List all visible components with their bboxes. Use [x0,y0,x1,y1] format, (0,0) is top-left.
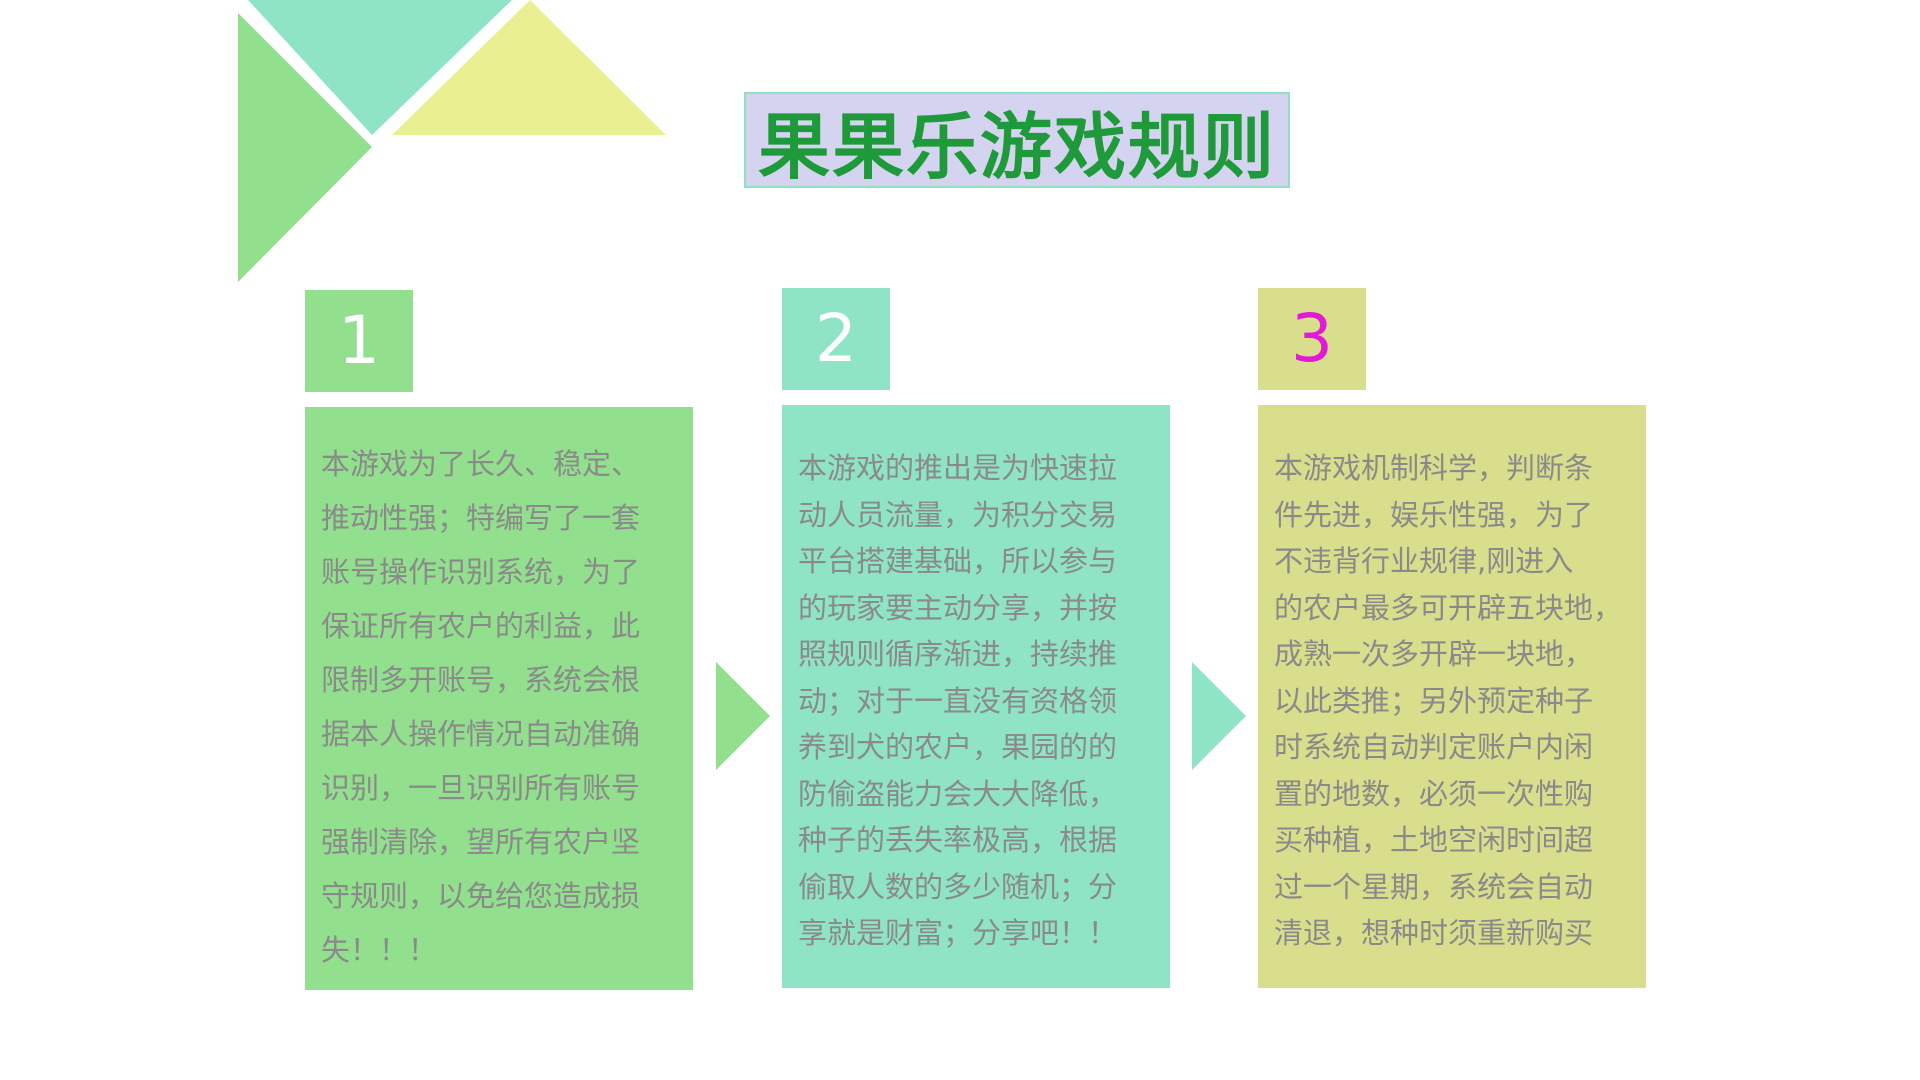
step-3-text-line: 过一个星期，系统会自动 [1274,869,1594,904]
step-1-text-line: 保证所有农户的利益，此 [321,609,641,643]
step-3-text-line: 的农户最多可开辟五块地， [1274,590,1623,625]
step-3-text-line: 成熟一次多开辟一块地， [1274,637,1594,671]
rules-page: 果果乐游戏规则 1 2 3 本游戏为了长久、稳定、 推动性强；特编写了一套 账号… [0,0,1920,1080]
step-1-text-line: 限制多开账号，系统会根 [321,663,641,697]
step-3-text-line: 本游戏机制科学，判断条 [1274,451,1594,485]
step-2-text-line: 的玩家要主动分享，并按 [798,590,1118,625]
step-2-text-line: 动人员流量，为积分交易 [798,497,1118,532]
step-3-number: 3 [1258,288,1366,390]
step-3-text-line: 以此类推；另外预定种子 [1274,683,1594,718]
step-1-text-line: 失！！！ [321,933,438,967]
step-2-text-line: 照规则循序渐进，持续推 [798,637,1118,671]
step-3-text-line: 时系统自动判定账户内闲 [1274,730,1594,764]
step-2-number: 2 [782,288,890,390]
step-1-text-line: 推动性强；特编写了一套 [321,501,641,535]
step-3-text-line: 买种植，土地空闲时间超 [1274,823,1594,857]
arrow-right-green-icon [716,662,770,770]
step-1-number: 1 [305,290,413,392]
step-2-text-line: 偷取人数的多少随机；分 [798,869,1118,904]
step-2-text-line: 平台搭建基础，所以参与 [798,544,1118,578]
step-2-text-line: 本游戏的推出是为快速拉 [798,451,1118,485]
step-1-text-line: 本游戏为了长久、稳定、 [321,447,641,481]
step-3-text-line: 件先进，娱乐性强，为了 [1274,497,1594,532]
step-3-text-line: 置的地数，必须一次性购 [1274,776,1594,811]
step-2-card: 本游戏的推出是为快速拉 动人员流量，为积分交易 平台搭建基础，所以参与 的玩家要… [782,405,1170,988]
step-3-text-line: 清退，想种时须重新购买 [1274,916,1594,950]
step-2-text-line: 防偷盗能力会大大降低， [798,776,1118,811]
title-banner: 果果乐游戏规则 [744,92,1290,189]
page-title: 果果乐游戏规则 [757,104,1276,189]
step-1-text-line: 识别，一旦识别所有账号 [321,771,641,805]
step-1-text-line: 守规则，以免给您造成损 [321,879,641,913]
step-2-text-line: 养到犬的农户，果园的的 [798,730,1118,764]
step-1-text-line: 强制清除，望所有农户坚 [321,825,641,859]
step-3-card: 本游戏机制科学，判断条 件先进，娱乐性强，为了 不违背行业规律,刚进入 的农户最… [1258,405,1646,988]
step-1-text-line: 账号操作识别系统，为了 [321,555,641,589]
step-3-text-line: 不违背行业规律,刚进入 [1274,544,1574,578]
arrow-right-teal-icon [1192,662,1246,770]
step-1-card: 本游戏为了长久、稳定、 推动性强；特编写了一套 账号操作识别系统，为了 保证所有… [305,407,693,990]
step-2-text-line: 种子的丢失率极高，根据 [798,823,1118,857]
step-2-text-line: 享就是财富；分享吧！！ [798,916,1118,950]
step-1-text-line: 据本人操作情况自动准确 [321,717,641,751]
step-2-text-line: 动；对于一直没有资格领 [798,683,1118,718]
